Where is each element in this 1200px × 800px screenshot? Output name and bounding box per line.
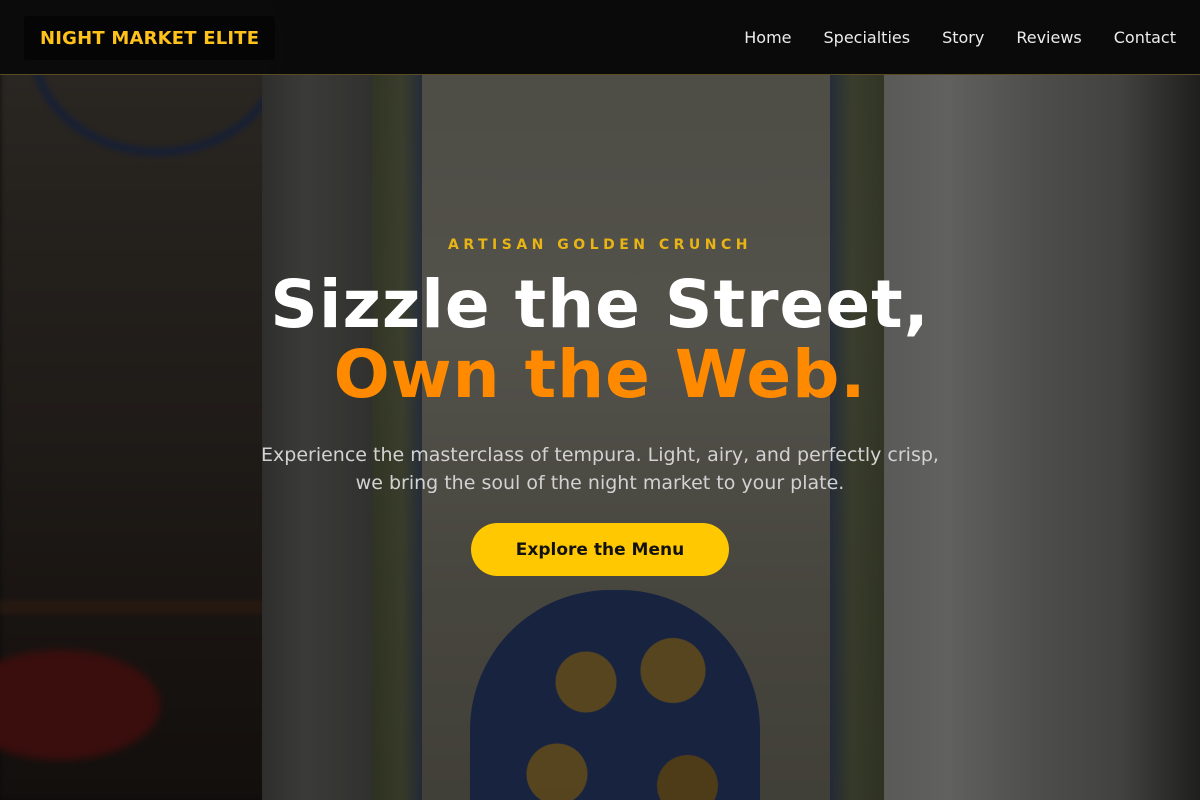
explore-menu-button[interactable]: Explore the Menu [471,523,729,576]
hero-section: ARTISAN GOLDEN CRUNCH Sizzle the Street,… [0,75,1200,800]
hero-headline-line1: Sizzle the Street, [270,266,930,343]
brand-logo[interactable]: NIGHT MARKET ELITE [24,16,276,60]
nav-item-reviews: Reviews [1016,28,1081,47]
nav-link-contact[interactable]: Contact [1114,28,1176,47]
page: NIGHT MARKET ELITE Home Specialties Stor… [0,0,1200,800]
hero-headline: Sizzle the Street, Own the Web. [0,270,1200,410]
navbar: NIGHT MARKET ELITE Home Specialties Stor… [0,0,1200,75]
nav-link-story[interactable]: Story [942,28,984,47]
nav-links: Home Specialties Story Reviews Contact [744,0,1176,75]
nav-link-home[interactable]: Home [744,28,791,47]
hero-subtitle: Experience the masterclass of tempura. L… [261,444,939,494]
nav-link-reviews[interactable]: Reviews [1016,28,1081,47]
nav-link-specialties[interactable]: Specialties [824,28,911,47]
nav-item-contact: Contact [1114,28,1176,47]
hero-eyebrow: ARTISAN GOLDEN CRUNCH [448,237,752,253]
nav-item-story: Story [942,28,984,47]
nav-item-specialties: Specialties [824,28,911,47]
hero-headline-line2: Own the Web. [333,336,867,413]
nav-item-home: Home [744,28,791,47]
